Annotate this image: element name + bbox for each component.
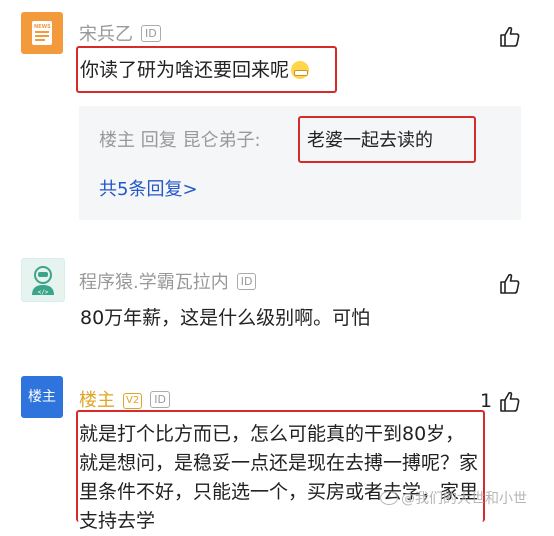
host-avatar[interactable]: 楼主 [21,376,63,418]
watermark: @我们的大世和小世 [380,488,527,508]
reply-author[interactable]: 楼主 [99,130,135,151]
comment-username[interactable]: 程序猿.学霸瓦拉内 ID [79,268,257,294]
highlight-box [298,116,476,163]
watermark-text: @我们的大世和小世 [401,491,527,507]
level-badge: V2 [123,393,143,409]
id-badge: ID [150,391,170,408]
comment-username[interactable]: 楼主 V2 ID [79,386,170,412]
comment-text-content: 你读了研为啥还要回来呢 [80,59,290,81]
reply-verb: 回复 [140,130,177,151]
svg-text:</>: </> [38,289,49,296]
like-count: 1 [480,390,493,412]
username-text: 宋兵乙 [79,24,133,45]
comment-text: 就是打个比方而已，怎么可能真的干到80岁，就是想问，是稳妥一点还是现在去搏一搏呢… [79,423,479,532]
thumbs-up-icon[interactable] [498,25,522,49]
reply-target[interactable]: 昆仑弟子: [182,130,260,151]
host-username: 楼主 [79,390,115,411]
reply-header: 楼主 回复 昆仑弟子: [99,126,261,152]
thumbs-up-icon[interactable] [498,390,522,414]
grin-emoji-icon [291,61,310,79]
weibo-logo-icon [380,491,398,505]
thumbs-up-icon[interactable] [498,272,522,296]
coder-avatar[interactable]: </> [21,258,65,302]
id-badge: ID [236,273,257,290]
username-text: 程序猿.学霸瓦拉内 [79,272,229,293]
more-replies-link[interactable]: 共5条回复> [99,175,198,201]
comment-text: 80万年薪，这是什么级别啊。可怕 [80,307,371,329]
news-icon: NEWS [32,21,52,45]
comment-username[interactable]: 宋兵乙 ID [79,20,161,46]
comment-text: 你读了研为啥还要回来呢 [80,55,310,82]
news-avatar[interactable]: NEWS [21,12,63,54]
id-badge: ID [141,25,161,42]
coder-icon: </> [32,266,54,296]
